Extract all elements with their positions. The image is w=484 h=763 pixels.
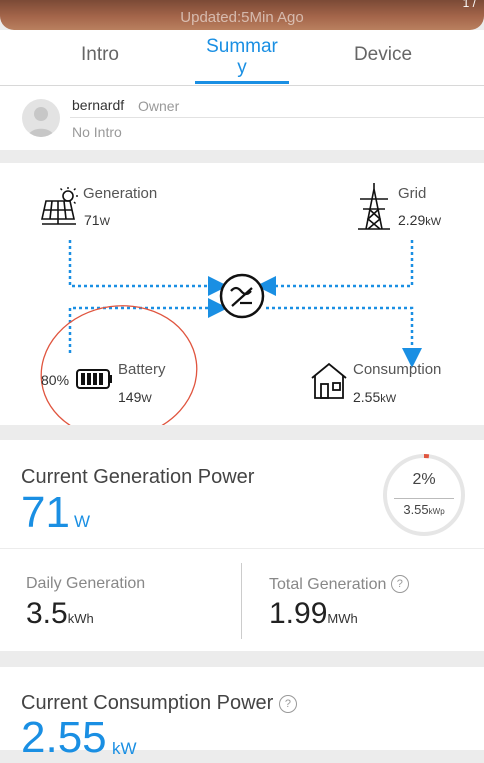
consumption-power-value: 2.55 (21, 713, 107, 763)
energy-flow-card: Generation 71W Grid 2.29kW 80% Battery 1… (0, 163, 484, 425)
updated-status: Updated:5Min Ago (0, 9, 484, 26)
tab-bar: Intro Summar y Device (0, 30, 484, 85)
generation-value: 71W (84, 212, 110, 228)
consumption-value: 2.55kW (353, 389, 396, 405)
inverter-icon (221, 275, 263, 317)
owner-role: Owner (138, 98, 179, 114)
tab-device-label: Device (338, 44, 428, 66)
user-icon (22, 99, 60, 137)
help-icon[interactable]: ? (279, 695, 297, 713)
total-generation-number: 1.99 (269, 597, 327, 630)
consumption-flow-line (266, 308, 412, 358)
installed-capacity: 3.55kWp (385, 502, 463, 517)
generation-power-value: 71 (21, 488, 70, 538)
grid-value-number: 2.29 (398, 212, 425, 228)
installed-capacity-unit: kWp (429, 507, 445, 516)
generation-flow-line (70, 240, 218, 286)
generation-value-number: 71 (84, 212, 100, 228)
consumption-power-title-text: Current Consumption Power (21, 692, 273, 714)
consumption-value-unit: kW (380, 393, 396, 405)
daily-generation-unit: kWh (68, 611, 94, 626)
generation-value-unit: W (100, 216, 110, 228)
owner-divider (70, 117, 484, 118)
header-photo: Updated:5Min Ago 1 / (0, 0, 484, 30)
consumption-power-card: Current Consumption Power ? 2.55 kW (0, 667, 484, 750)
tab-intro-label: Intro (55, 44, 145, 66)
header-corner-text: 1 / (463, 0, 476, 10)
tab-summary-label-wrap: y (195, 57, 289, 78)
grid-value: 2.29kW (398, 212, 441, 228)
active-tab-indicator (195, 81, 289, 84)
grid-flow-line (266, 240, 412, 286)
battery-icon (77, 370, 112, 388)
generation-stats: Daily Generation 3.5kWh Total Generation… (0, 549, 484, 651)
consumption-label: Consumption (353, 361, 441, 378)
grid-value-unit: kW (425, 216, 441, 228)
energy-flow-diagram (0, 163, 484, 425)
solar-panel-icon (42, 187, 78, 224)
capacity-ring (382, 453, 466, 537)
owner-row[interactable]: bernardf Owner No Intro (0, 86, 484, 150)
owner-intro: No Intro (72, 124, 122, 140)
battery-value: 149W (118, 389, 152, 405)
owner-name: bernardf (72, 97, 124, 113)
installed-capacity-value: 3.55 (403, 502, 428, 517)
generation-power-card: Current Generation Power 71 W 2% 3.55kWp (0, 440, 484, 548)
consumption-power-title: Current Consumption Power ? (21, 692, 297, 715)
daily-generation-value: 3.5kWh (26, 597, 94, 631)
battery-value-unit: W (141, 393, 151, 405)
battery-flow-line (70, 308, 218, 353)
daily-generation-label: Daily Generation (26, 575, 145, 593)
total-generation-unit: MWh (327, 611, 357, 626)
total-generation-label: Total Generation ? (269, 575, 409, 594)
capacity-ring-divider (394, 498, 454, 499)
total-generation-value: 1.99MWh (269, 597, 358, 631)
grid-tower-icon (358, 183, 390, 229)
consumption-value-number: 2.55 (353, 389, 380, 405)
consumption-power-unit: kW (112, 739, 137, 759)
tab-summary-label: Summar (195, 36, 289, 57)
grid-label: Grid (398, 185, 426, 202)
generation-power-unit: W (74, 512, 90, 532)
help-icon[interactable]: ? (391, 575, 409, 593)
battery-value-number: 149 (118, 389, 141, 405)
generation-power-title: Current Generation Power (21, 466, 254, 489)
daily-generation-number: 3.5 (26, 597, 68, 630)
avatar (22, 99, 60, 137)
capacity-percent: 2% (385, 471, 463, 489)
total-generation-label-text: Total Generation (269, 576, 386, 593)
house-icon (312, 364, 346, 398)
stats-divider (241, 563, 242, 639)
battery-soc: 80% (41, 372, 69, 388)
generation-label: Generation (83, 185, 157, 202)
battery-label: Battery (118, 361, 166, 378)
